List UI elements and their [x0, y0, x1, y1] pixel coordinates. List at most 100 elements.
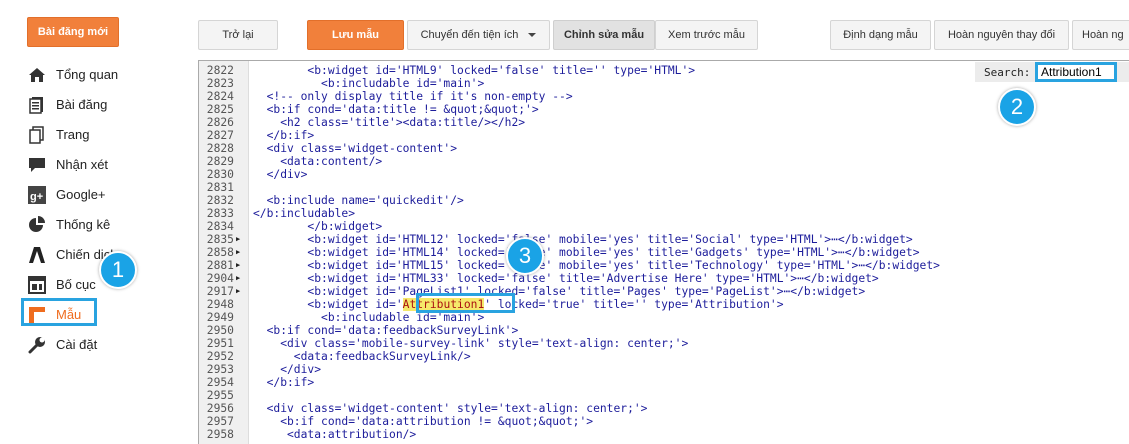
line-number: 2823 — [206, 77, 234, 90]
line-number: 2825 — [206, 103, 234, 116]
code-line: 2827 </b:if> — [199, 129, 1129, 142]
sidebar-item-posts[interactable]: Bài đăng — [26, 90, 176, 120]
line-number: 2881 — [206, 259, 234, 272]
search-input[interactable]: Attribution1 — [1035, 62, 1117, 82]
comment-icon — [29, 158, 45, 172]
code-line: 2826 <h2 class='title'><data:title/></h2… — [199, 116, 1129, 129]
line-number: 2826 — [206, 116, 234, 129]
code-text: <b:widget id='PageList1' locked='false' … — [253, 285, 866, 298]
line-number: 2954 — [206, 376, 234, 389]
code-text: <b:widget id='HTML15' locked='false' mob… — [253, 259, 940, 272]
code-text: <b:if cond='data:attribution != &quot;&q… — [253, 415, 594, 428]
code-line: 2949 <b:includable id='main'> — [199, 311, 1129, 324]
code-text: <b:widget id='HTML12' locked='false' mob… — [253, 233, 913, 246]
fold-arrow-icon[interactable]: ▶ — [236, 233, 240, 246]
code-lines: 2822 <b:widget id='HTML9' locked='false'… — [199, 61, 1129, 441]
code-line: 2948 <b:widget id='Attribution1' locked=… — [199, 298, 1129, 311]
sidebar-item-pages[interactable]: Trang — [26, 120, 176, 150]
code-line: 2831 — [199, 181, 1129, 194]
code-text: <div class='mobile-survey-link' style='t… — [253, 337, 689, 350]
callout-badge-1: 1 — [99, 251, 137, 289]
callout-badge-2: 2 — [998, 88, 1036, 126]
code-line: 2917 ▶ <b:widget id='PageList1' locked='f… — [199, 285, 1129, 298]
sidebar-item-google-plus[interactable]: g+ Google+ — [26, 180, 176, 210]
format-template-button[interactable]: Định dạng mẫu — [830, 20, 931, 50]
code-line: 2829 <data:content/> — [199, 155, 1129, 168]
layout-icon — [28, 276, 46, 294]
code-text: <data:feedbackSurveyLink/> — [253, 350, 471, 363]
wrench-icon — [28, 337, 45, 354]
line-number: 2958 — [206, 428, 234, 441]
sidebar-item-stats[interactable]: Thống kê — [26, 210, 176, 240]
code-line: 2830 </div> — [199, 168, 1129, 181]
code-line: 2957 <b:if cond='data:attribution != &qu… — [199, 415, 1129, 428]
revert-more-button[interactable]: Hoàn ng — [1072, 20, 1129, 50]
template-icon — [29, 307, 45, 323]
sidebar-item-comments[interactable]: Nhận xét — [26, 150, 176, 180]
sidebar-item-settings[interactable]: Cài đặt — [26, 330, 176, 360]
code-text: <div class='widget-content'> — [253, 142, 458, 155]
code-line: 2881 ▶ <b:widget id='HTML15' locked='fals… — [199, 259, 1129, 272]
line-number: 2824 — [206, 90, 234, 103]
code-text: <h2 class='title'><data:title/></h2> — [253, 116, 526, 129]
code-text: </b:if> — [253, 376, 315, 389]
code-text-part: <b:widget id=' — [253, 298, 403, 311]
line-number: 2951 — [206, 337, 234, 350]
fold-arrow-icon[interactable]: ▶ — [236, 259, 240, 272]
sidebar-item-overview[interactable]: Tổng quan — [26, 60, 176, 90]
code-text: <div class='widget-content' style='text-… — [253, 402, 648, 415]
line-number: 2917 — [206, 285, 234, 298]
save-template-button[interactable]: Lưu mẫu — [307, 20, 404, 50]
line-number: 2904 — [206, 272, 234, 285]
revert-changes-button[interactable]: Hoàn nguyên thay đổi — [934, 20, 1069, 50]
code-line: 2950 <b:if cond='data:feedbackSurveyLink… — [199, 324, 1129, 337]
line-number: 2832 — [206, 194, 234, 207]
sidebar-item-label: Bài đăng — [56, 97, 108, 112]
code-line: 2954 </b:if> — [199, 376, 1129, 389]
campaign-icon — [29, 247, 45, 263]
new-post-button[interactable]: Bài đăng mới — [27, 17, 119, 47]
fold-arrow-icon[interactable]: ▶ — [236, 246, 240, 259]
code-line: 2824 <!-- only display title if it's non… — [199, 90, 1129, 103]
code-text: <b:if cond='data:feedbackSurveyLink'> — [253, 324, 519, 337]
sidebar-item-label: Nhận xét — [56, 157, 109, 172]
code-text: <b:include name='quickedit'/> — [253, 194, 464, 207]
line-number: 2833 — [206, 207, 234, 220]
sidebar-item-label: Thống kê — [56, 217, 111, 232]
svg-text:g+: g+ — [30, 191, 43, 203]
sidebar-item-label: Bố cục — [56, 277, 96, 292]
line-number: 2955 — [206, 389, 234, 402]
code-text: </b:if> — [253, 129, 315, 142]
code-text-part: ' locked='true' title='' type='Attributi… — [484, 298, 784, 311]
code-text: </b:includable> — [253, 207, 356, 220]
fold-arrow-icon[interactable]: ▶ — [236, 272, 240, 285]
fold-arrow-icon[interactable]: ▶ — [236, 285, 240, 298]
code-text: <b:widget id='HTML14' locked='false' mob… — [253, 246, 920, 259]
line-number: 2858 — [206, 246, 234, 259]
code-text: <!-- only display title if it's non-empt… — [253, 90, 573, 103]
back-button[interactable]: Trở lại — [198, 20, 278, 50]
code-text: </div> — [253, 168, 308, 181]
code-text: <b:if cond='data:title != &quot;&quot;'> — [253, 103, 539, 116]
code-text: <b:includable id='main'> — [253, 77, 485, 90]
search-label: Search: — [984, 65, 1031, 79]
code-line: 2833 </b:includable> — [199, 207, 1129, 220]
pages-icon — [29, 126, 44, 144]
line-number: 2949 — [206, 311, 234, 324]
code-editor[interactable]: 2822 <b:widget id='HTML9' locked='false'… — [198, 60, 1129, 444]
sidebar-item-label: Tổng quan — [56, 67, 119, 82]
code-line: 2834 </b:widget> — [199, 220, 1129, 233]
code-line: 2956 <div class='widget-content' style='… — [199, 402, 1129, 415]
line-number: 2835 — [206, 233, 234, 246]
sidebar-item-template[interactable]: Mẫu — [21, 298, 176, 330]
code-text: <data:attribution/> — [253, 428, 417, 441]
preview-template-button[interactable]: Xem trước mẫu — [655, 20, 758, 50]
sidebar-item-label: Mẫu — [56, 307, 82, 322]
line-number: 2828 — [206, 142, 234, 155]
code-line: 2952 <data:feedbackSurveyLink/> — [199, 350, 1129, 363]
code-text: </div> — [253, 363, 322, 376]
jump-to-widget-dropdown[interactable]: Chuyển đến tiện ích — [407, 20, 550, 50]
sidebar-item-label: Trang — [56, 127, 90, 142]
edit-template-button[interactable]: Chỉnh sửa mẫu — [553, 20, 655, 50]
code-line: 2953 </div> — [199, 363, 1129, 376]
